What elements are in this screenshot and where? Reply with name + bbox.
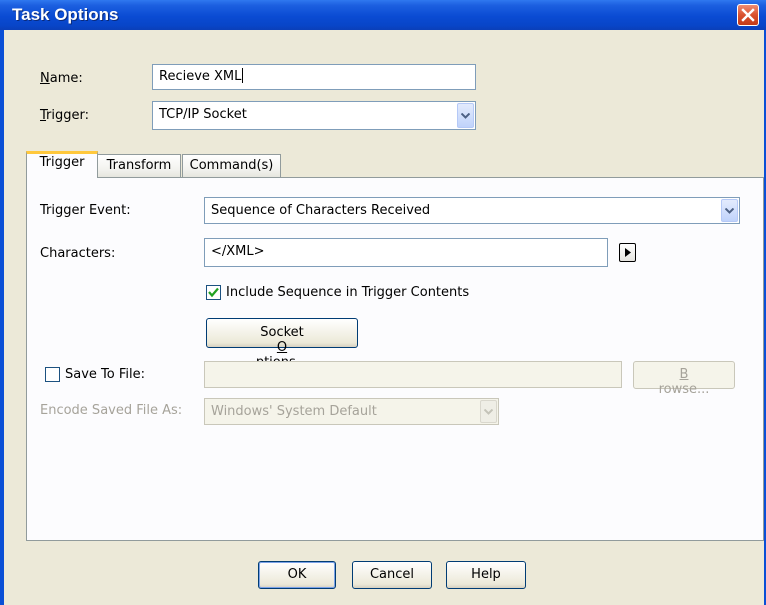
encode-select[interactable]: Windows' System Default [204, 398, 499, 425]
socket-options-button[interactable]: Socket Options... [206, 318, 358, 370]
close-button[interactable] [737, 4, 759, 26]
name-input[interactable]: Recieve XML [152, 64, 476, 90]
include-sequence-checkbox[interactable] [206, 285, 221, 300]
browse-button[interactable]: Browse... [633, 361, 735, 397]
insert-character-button[interactable] [619, 243, 636, 262]
title-bar[interactable]: Task Options [0, 0, 766, 30]
trigger-label: Trigger: [40, 108, 89, 123]
trigger-select-value: TCP/IP Socket [159, 107, 247, 122]
characters-input[interactable]: </XML> [204, 238, 608, 267]
name-label: Name: [40, 71, 83, 86]
encode-dropdown-button[interactable] [480, 400, 497, 423]
close-icon [741, 8, 755, 22]
trigger-event-label: Trigger Event: [40, 203, 131, 218]
task-options-window: Task Options Name: Recieve XML Trigger: … [0, 0, 766, 605]
text-caret [242, 68, 244, 83]
tab-trigger[interactable]: Trigger [26, 151, 98, 178]
encode-select-value: Windows' System Default [211, 404, 377, 419]
chevron-down-icon [484, 408, 493, 415]
help-button[interactable]: Help [446, 561, 526, 589]
characters-label: Characters: [40, 246, 116, 261]
trigger-dropdown-button[interactable] [457, 103, 474, 128]
play-arrow-icon [625, 248, 631, 257]
trigger-event-value: Sequence of Characters Received [211, 203, 431, 218]
checkmark-icon [208, 287, 219, 298]
chevron-down-icon [461, 112, 470, 119]
tab-commands[interactable]: Command(s) [182, 154, 281, 178]
trigger-event-dropdown-button[interactable] [721, 199, 738, 222]
ok-button[interactable]: OK [258, 561, 336, 589]
trigger-tab-panel [26, 177, 764, 541]
tab-transform[interactable]: Transform [97, 154, 181, 178]
chevron-down-icon [725, 207, 734, 214]
save-to-file-label[interactable]: Save To File: [65, 367, 145, 382]
save-to-file-checkbox[interactable] [45, 367, 60, 382]
trigger-event-select[interactable]: Sequence of Characters Received [204, 197, 740, 224]
encode-label: Encode Saved File As: [40, 403, 183, 418]
window-title: Task Options [12, 5, 119, 24]
include-sequence-label[interactable]: Include Sequence in Trigger Contents [226, 285, 469, 300]
trigger-select[interactable]: TCP/IP Socket [152, 101, 476, 130]
cancel-button[interactable]: Cancel [352, 561, 432, 589]
save-to-file-path-input[interactable] [204, 361, 622, 388]
